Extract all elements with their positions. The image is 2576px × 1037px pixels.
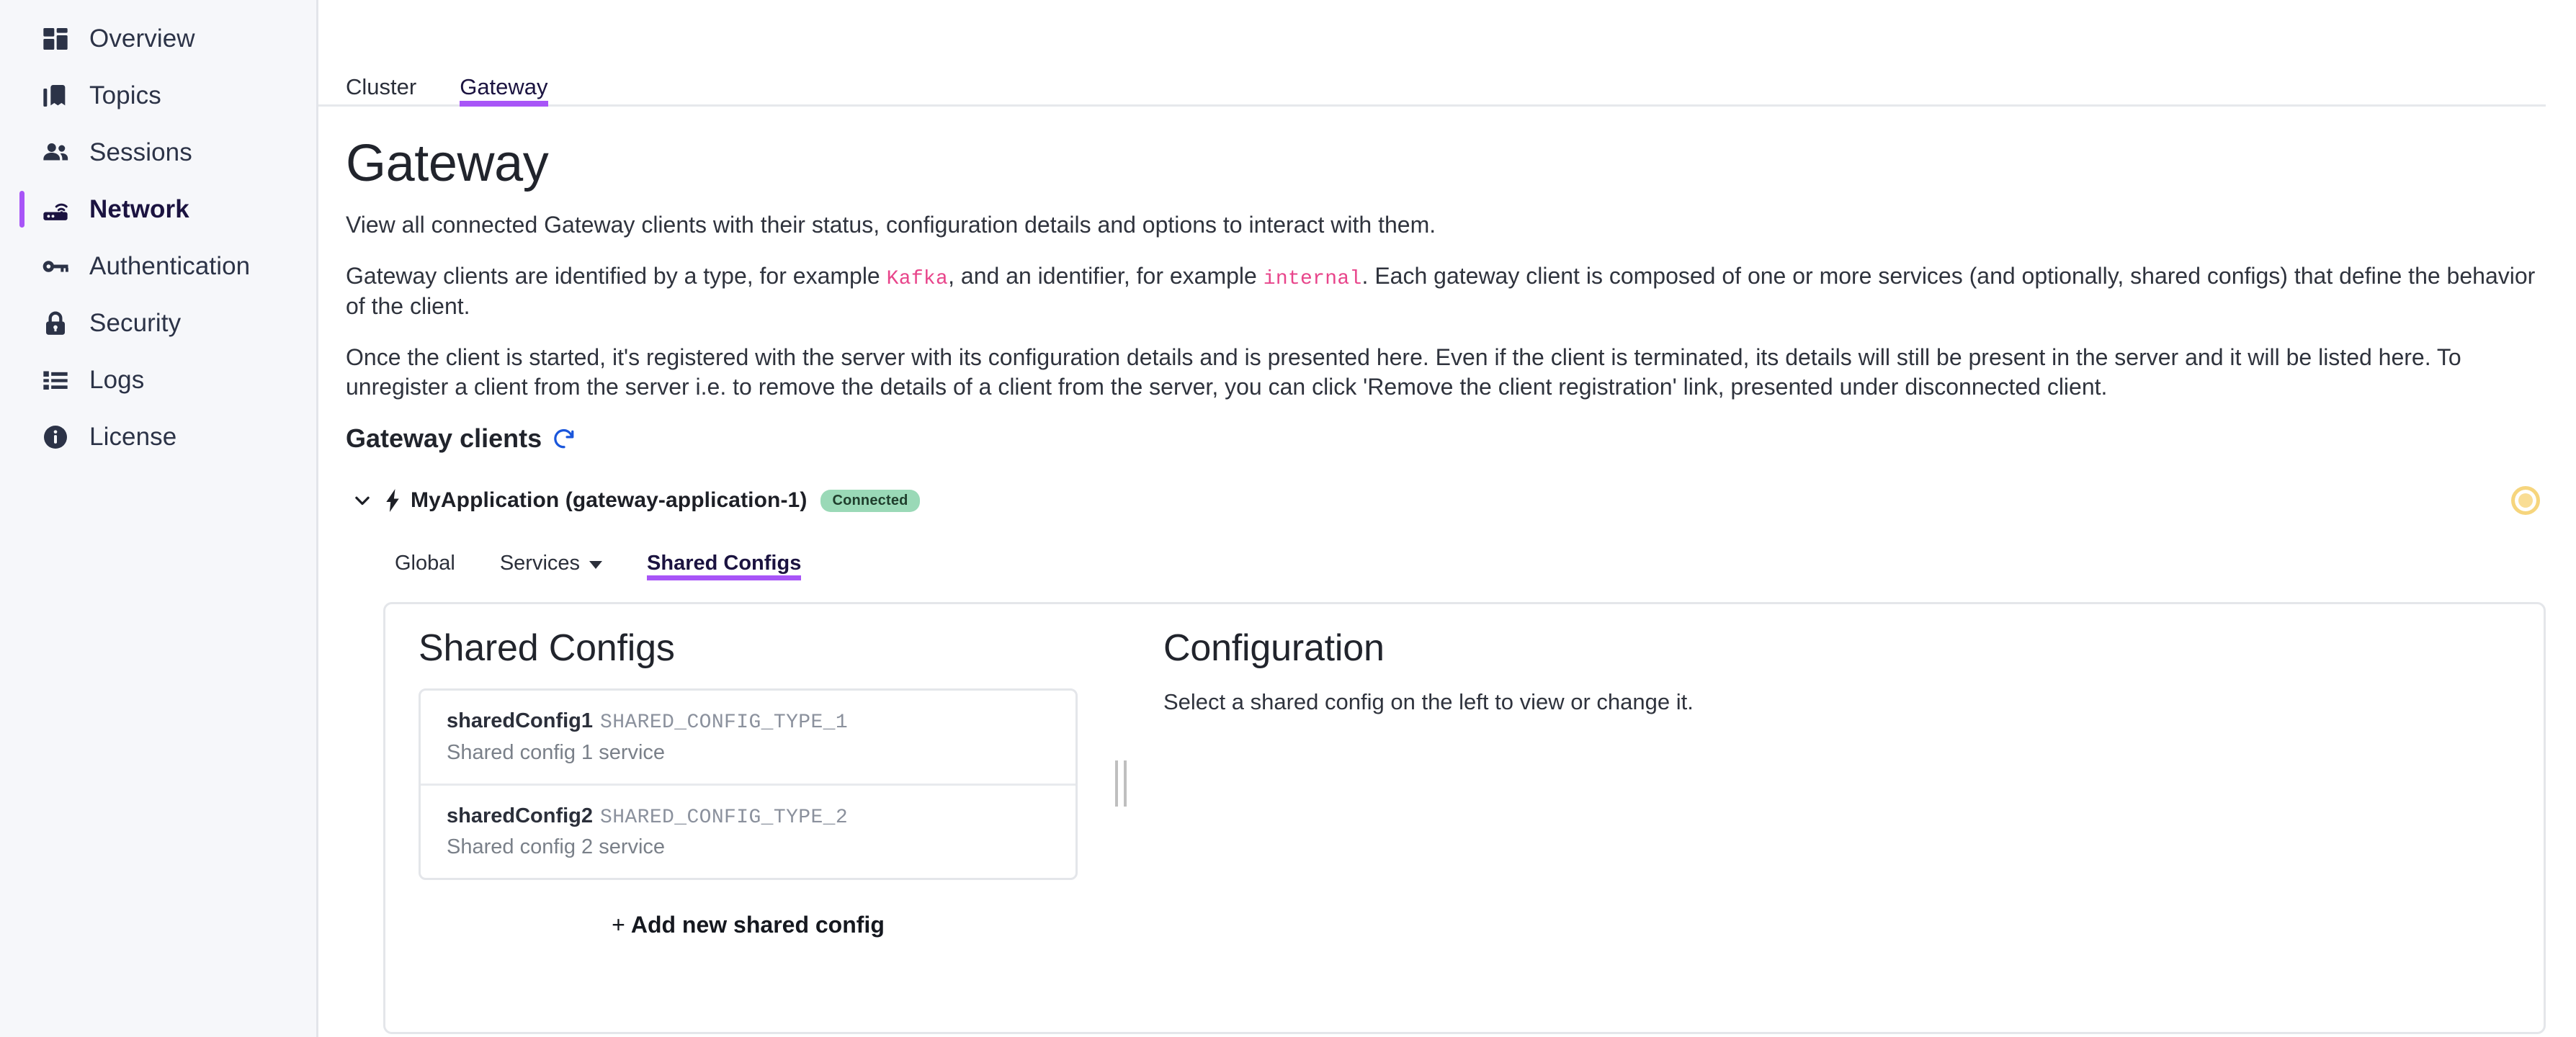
shared-config-name: sharedConfig2	[447, 804, 593, 827]
list-item[interactable]: sharedConfig1 SHARED_CONFIG_TYPE_1 Shared…	[421, 691, 1075, 784]
gateway-clients-heading-label: Gateway clients	[346, 423, 542, 454]
intro-paragraph-3: Once the client is started, it's registe…	[346, 343, 2546, 402]
sidebar-item-label: Overview	[89, 24, 195, 53]
configuration-right-pane: Configuration Select a shared config on …	[1136, 629, 2544, 1032]
configuration-empty-message: Select a shared config on the left to vi…	[1163, 688, 2544, 715]
chevron-down-icon	[589, 561, 602, 569]
tab-global[interactable]: Global	[395, 553, 455, 580]
shared-config-type: SHARED_CONFIG_TYPE_2	[600, 807, 848, 829]
tab-services-label: Services	[500, 553, 580, 574]
sidebar-item-topics[interactable]: Topics	[0, 67, 316, 124]
sidebar: Overview Topics Sessions Network Authent	[0, 0, 318, 1037]
shared-configs-list: sharedConfig1 SHARED_CONFIG_TYPE_1 Shared…	[419, 688, 1078, 880]
tab-gateway[interactable]: Gateway	[460, 76, 547, 104]
sidebar-item-security[interactable]: Security	[0, 295, 316, 351]
tab-services[interactable]: Services	[500, 553, 602, 580]
shared-config-description: Shared config 2 service	[447, 836, 1075, 859]
sidebar-item-label: Network	[89, 195, 189, 224]
configuration-title: Configuration	[1163, 629, 2544, 668]
page-content: Gateway View all connected Gateway clien…	[318, 137, 2576, 1034]
lightning-bolt-icon	[383, 489, 402, 512]
intro-paragraph-1-text: View all connected Gateway clients with …	[346, 212, 1436, 238]
code-internal: internal	[1264, 268, 1362, 290]
list-icon	[40, 365, 71, 395]
sidebar-item-label: License	[89, 423, 176, 452]
status-badge: Connected	[820, 490, 919, 512]
sidebar-item-network[interactable]: Network	[0, 181, 316, 238]
lock-icon	[40, 308, 71, 338]
sidebar-item-label: Authentication	[89, 252, 250, 281]
page-title: Gateway	[346, 137, 2546, 192]
sidebar-item-authentication[interactable]: Authentication	[0, 238, 316, 295]
intro-paragraph-2: Gateway clients are identified by a type…	[346, 261, 2546, 322]
shared-configs-title: Shared Configs	[419, 629, 1106, 668]
gateway-clients-heading: Gateway clients	[346, 423, 2546, 454]
shared-config-name: sharedConfig1	[447, 709, 593, 732]
pane-resize-handle[interactable]	[1106, 629, 1136, 1032]
sidebar-item-label: Topics	[89, 81, 161, 110]
add-new-shared-config-button[interactable]: +Add new shared config	[419, 880, 1078, 938]
sidebar-item-label: Security	[89, 309, 181, 338]
list-item[interactable]: sharedConfig2 SHARED_CONFIG_TYPE_2 Shared…	[421, 784, 1075, 879]
paragraph-2-text-1: Gateway clients are identified by a type…	[346, 263, 887, 289]
sidebar-item-license[interactable]: License	[0, 408, 316, 465]
tab-global-label: Global	[395, 553, 455, 574]
app-root: Overview Topics Sessions Network Authent	[0, 0, 2576, 1037]
dashboard-grid-icon	[40, 24, 71, 54]
shared-configs-left-pane: Shared Configs sharedConfig1 SHARED_CONFI…	[385, 629, 1106, 1032]
shared-configs-panel: Shared Configs sharedConfig1 SHARED_CONFI…	[383, 602, 2546, 1034]
shared-config-description: Shared config 1 service	[447, 742, 1075, 765]
tab-cluster[interactable]: Cluster	[346, 76, 416, 104]
tab-shared-configs-label: Shared Configs	[647, 553, 801, 574]
sidebar-item-label: Sessions	[89, 138, 192, 167]
breadcrumb-tabs: Cluster Gateway	[318, 0, 2546, 107]
people-icon	[40, 138, 71, 168]
main-content: Cluster Gateway Gateway View all connect…	[318, 0, 2576, 1037]
intro-paragraph-1: View all connected Gateway clients with …	[346, 210, 2546, 240]
tab-shared-configs[interactable]: Shared Configs	[647, 553, 801, 580]
info-circle-icon	[40, 422, 71, 452]
list-item-header: sharedConfig2 SHARED_CONFIG_TYPE_2	[447, 805, 1075, 830]
gateway-client-row[interactable]: MyApplication (gateway-application-1) Co…	[346, 481, 2546, 520]
router-icon	[40, 194, 71, 225]
gateway-client-name: MyApplication (gateway-application-1)	[411, 488, 807, 513]
drag-handle-icon	[1115, 760, 1127, 807]
code-kafka: Kafka	[887, 268, 949, 290]
list-item-header: sharedConfig1 SHARED_CONFIG_TYPE_1	[447, 710, 1075, 735]
book-icon	[40, 81, 71, 111]
sidebar-item-label: Logs	[89, 366, 144, 395]
key-icon	[40, 251, 71, 282]
shared-config-type: SHARED_CONFIG_TYPE_1	[600, 711, 848, 734]
sidebar-item-logs[interactable]: Logs	[0, 351, 316, 408]
add-new-shared-config-label: Add new shared config	[631, 912, 885, 938]
plus-icon: +	[612, 912, 625, 938]
intro-paragraph-3-text: Once the client is started, it's registe…	[346, 344, 2461, 400]
chevron-down-icon[interactable]	[346, 490, 379, 511]
refresh-icon[interactable]	[551, 426, 577, 452]
sidebar-item-sessions[interactable]: Sessions	[0, 124, 316, 181]
amber-status-dot-icon[interactable]	[2511, 486, 2540, 515]
client-tabs: Global Services Shared Configs	[395, 536, 2546, 580]
paragraph-2-text-2: , and an identifier, for example	[948, 263, 1264, 289]
sidebar-item-overview[interactable]: Overview	[0, 10, 316, 67]
